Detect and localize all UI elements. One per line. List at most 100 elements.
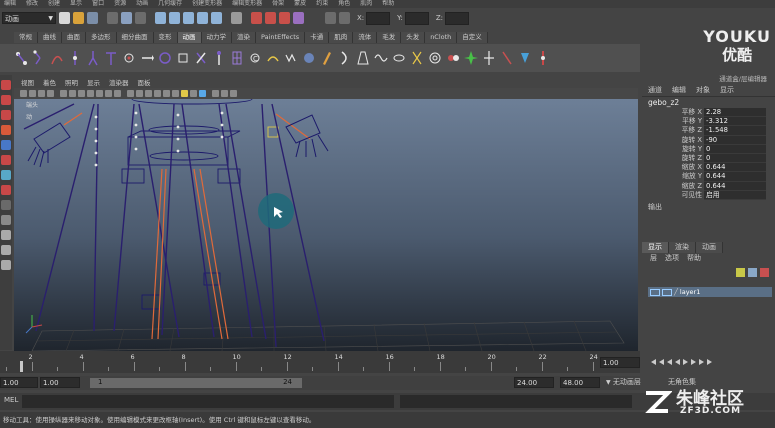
- step-back-key-icon[interactable]: [659, 359, 664, 365]
- snap-live-icon[interactable]: [211, 12, 222, 24]
- snap-plane-icon[interactable]: [197, 12, 208, 24]
- transform-mode-icon[interactable]: [339, 12, 350, 24]
- attribute-row[interactable]: 旋转 Z0: [642, 153, 775, 164]
- channel-menu-item[interactable]: 对象: [696, 84, 710, 96]
- paint-select-icon[interactable]: [1, 110, 11, 120]
- menu-item[interactable]: 肌肉: [360, 0, 372, 8]
- menu-item[interactable]: 修改: [26, 0, 38, 8]
- viewport-menu-item[interactable]: 着色: [43, 78, 56, 88]
- shelf-tab[interactable]: 流体: [353, 32, 378, 43]
- attribute-row[interactable]: 可见性 启用: [642, 190, 775, 200]
- safe-action-icon[interactable]: [105, 90, 112, 97]
- high-quality-icon[interactable]: [199, 90, 206, 97]
- constraint-parent-icon[interactable]: [194, 49, 208, 67]
- pencil-icon[interactable]: ╱: [674, 288, 678, 296]
- menu-item[interactable]: 角色: [338, 0, 350, 8]
- attribute-value[interactable]: 0.644: [704, 163, 766, 173]
- attribute-value[interactable]: -1.548: [704, 126, 766, 136]
- new-scene-icon[interactable]: [59, 12, 70, 24]
- textured-icon[interactable]: [172, 90, 179, 97]
- muscle-icon[interactable]: [536, 49, 550, 67]
- resolution-gate-icon[interactable]: [78, 90, 85, 97]
- lasso-tool-icon[interactable]: [1, 95, 11, 105]
- soft-mod-icon[interactable]: [482, 49, 496, 67]
- attribute-row[interactable]: 平移 X 2.28: [642, 108, 775, 118]
- select-component-icon[interactable]: [135, 12, 146, 24]
- shelf-tab[interactable]: 常规: [14, 32, 38, 43]
- wrinkle-icon[interactable]: [284, 49, 298, 67]
- menu-item[interactable]: 编辑: [4, 0, 16, 8]
- field-chart-icon[interactable]: [96, 90, 103, 97]
- step-back-frame-icon[interactable]: [667, 359, 672, 365]
- menu-set-select[interactable]: 动画 ▼: [2, 12, 56, 24]
- frame-all-icon[interactable]: [221, 90, 228, 97]
- shelf-tab[interactable]: 自定义: [457, 32, 488, 43]
- layer-type-toggle[interactable]: [662, 288, 672, 296]
- time-slider[interactable]: 2 4 6 8 10 12 14 16 18 20 22 24: [0, 351, 640, 373]
- sculpt-icon[interactable]: [302, 49, 316, 67]
- viewport-menu-item[interactable]: 显示: [87, 78, 100, 88]
- attribute-value[interactable]: 0: [704, 144, 766, 154]
- input-line-icon[interactable]: [325, 12, 336, 24]
- attribute-row[interactable]: 缩放 X 0.644: [642, 163, 775, 173]
- menu-item[interactable]: 创建: [48, 0, 60, 8]
- xray-icon[interactable]: [154, 90, 161, 97]
- gate-mask-icon[interactable]: [87, 90, 94, 97]
- menu-item[interactable]: 资源: [114, 0, 126, 8]
- perspective-viewport[interactable]: 端头 动: [14, 99, 638, 351]
- channel-menu-item[interactable]: 显示: [720, 84, 734, 96]
- shelf-tab[interactable]: 多边形: [86, 32, 117, 43]
- shelf-tab[interactable]: 曲面: [62, 32, 86, 43]
- shelf-tab-active[interactable]: 动画: [177, 32, 202, 43]
- jiggle-icon[interactable]: [464, 49, 478, 67]
- grid-icon[interactable]: [60, 90, 67, 97]
- menu-item[interactable]: 骨架: [272, 0, 284, 8]
- x-field[interactable]: [366, 11, 391, 25]
- ik-spline-icon[interactable]: [50, 49, 64, 67]
- range-slider[interactable]: 1 24: [90, 378, 302, 388]
- menu-item[interactable]: 动画: [136, 0, 148, 8]
- snap-point-icon[interactable]: [183, 12, 194, 24]
- viewport-menu-item[interactable]: 渲染器: [109, 78, 129, 88]
- lights-icon[interactable]: [181, 90, 188, 97]
- select-hierarchy-icon[interactable]: [107, 12, 118, 24]
- layer-menu-item[interactable]: 层: [650, 253, 657, 264]
- layout-outliner-icon[interactable]: [1, 260, 11, 270]
- wireframe-on-shaded-icon[interactable]: [145, 90, 152, 97]
- save-scene-icon[interactable]: [87, 12, 98, 24]
- history-icon[interactable]: [231, 12, 242, 24]
- step-forward-frame-icon[interactable]: [691, 359, 696, 365]
- wrap-icon[interactable]: [518, 49, 532, 67]
- y-field[interactable]: [404, 11, 429, 25]
- attribute-value[interactable]: -3.312: [704, 117, 766, 127]
- shelf-tab[interactable]: 肌肉: [329, 32, 354, 43]
- start-time-field[interactable]: 1.00: [0, 377, 38, 388]
- go-to-end-icon[interactable]: [707, 359, 712, 365]
- wave-icon[interactable]: [428, 49, 442, 67]
- safe-title-icon[interactable]: [114, 90, 121, 97]
- show-manip-icon[interactable]: [1, 200, 11, 210]
- shelf-tab[interactable]: nCloth: [425, 32, 458, 43]
- flare-icon[interactable]: [356, 49, 370, 67]
- menu-item[interactable]: 创建变形器: [192, 0, 222, 8]
- layer-row[interactable]: ╱ layer1: [648, 287, 772, 297]
- blend-shape-icon[interactable]: [446, 49, 460, 67]
- open-scene-icon[interactable]: [73, 12, 84, 24]
- constraint-orient-icon[interactable]: [158, 49, 172, 67]
- render-frame-icon[interactable]: [251, 12, 262, 24]
- command-input[interactable]: [22, 395, 394, 408]
- hypershade-icon[interactable]: [293, 12, 304, 24]
- ik-handle-icon[interactable]: [32, 49, 46, 67]
- layer-tab-anim[interactable]: 动画: [696, 242, 723, 253]
- shelf-tab[interactable]: PaintEffects: [256, 32, 306, 43]
- layout-four-icon[interactable]: [1, 245, 11, 255]
- delete-layer-icon[interactable]: [760, 268, 769, 277]
- layout-single-icon[interactable]: [1, 230, 11, 240]
- channel-menu-item[interactable]: 通道: [648, 84, 662, 96]
- move-tool-icon[interactable]: [1, 125, 11, 135]
- playback-end-field[interactable]: 24.00: [514, 377, 554, 388]
- attribute-value[interactable]: 启用: [704, 190, 766, 200]
- end-time-field[interactable]: 48.00: [560, 377, 600, 388]
- attribute-value[interactable]: 0: [704, 153, 766, 164]
- squash-icon[interactable]: [392, 49, 406, 67]
